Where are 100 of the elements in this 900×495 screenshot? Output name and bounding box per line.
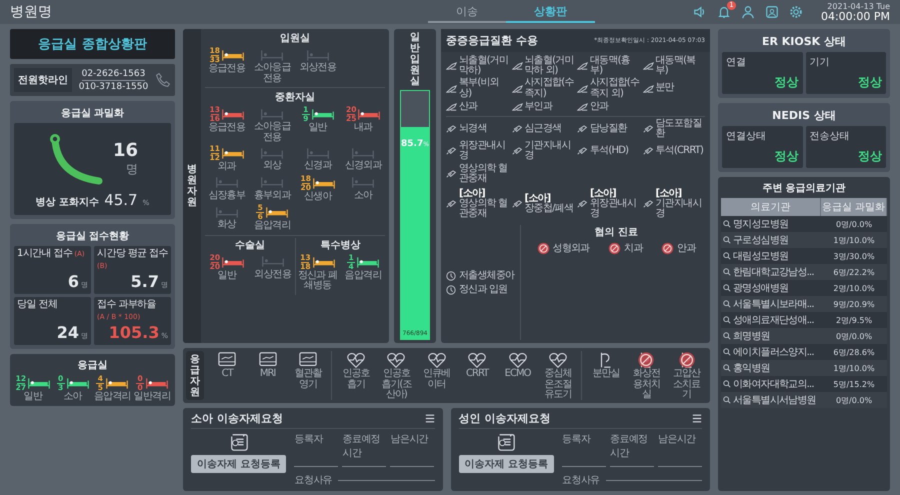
resource-label: 화상전용처치실 <box>632 369 661 400</box>
table-cell-text: 9명/20.9% <box>832 298 876 310</box>
bed-icon <box>261 48 284 62</box>
scalpel-icon <box>642 84 654 93</box>
field-label: 남은시간 <box>658 432 702 467</box>
syringe-icon <box>512 200 522 208</box>
table-cell-text: 0명/0.0% <box>834 218 874 230</box>
bed-label: 외상전용 <box>299 63 336 74</box>
panel-title: 중증응급질환 수용 <box>446 33 538 48</box>
scalpel-icon <box>577 62 588 70</box>
hospital-link[interactable]: 희명병원 <box>721 329 821 343</box>
search-icon <box>723 332 731 340</box>
bed-label: 신경외과 <box>344 161 382 172</box>
hospital-link[interactable]: 구로성심병원 <box>721 233 821 247</box>
search-icon <box>723 284 731 292</box>
occupancy-percent: 85.7 <box>401 138 424 149</box>
disease-label: [소아] 위장관내시경 <box>590 188 638 220</box>
bed-label: 외상전용 <box>254 270 292 280</box>
table-cell-text: 1명/10.0% <box>832 234 876 246</box>
time-text: 04:00:00 PM <box>820 10 890 22</box>
syringe-icon <box>642 200 654 208</box>
bed-label: 화상 <box>218 220 236 230</box>
disease-label: 안과 <box>590 102 608 112</box>
scalpel-icon <box>577 84 588 93</box>
bed-icon <box>352 146 374 160</box>
disease-label: 담낭질환 <box>590 124 627 134</box>
table-cell-text: 5명/15.2% <box>832 378 876 390</box>
bed-label: 정신과 폐쇄병동 <box>296 270 338 292</box>
panel-title: ER KIOSK 상태 <box>760 34 848 50</box>
search-icon <box>723 316 731 324</box>
table-cell-text: 3명/30.0% <box>832 250 876 262</box>
register-request-button[interactable]: 이송자제 요청등록 <box>458 455 554 473</box>
hospital-link[interactable]: 대림성모병원 <box>721 249 821 263</box>
prohibited-icon <box>536 242 550 256</box>
resource-label: 중심체온조절유도기 <box>544 369 572 400</box>
hospital-link[interactable]: 서울특별시보라매... <box>721 297 821 311</box>
syringe-icon <box>446 124 457 133</box>
disease-label: [소아] 기관지내시경 <box>656 188 703 220</box>
register-request-button[interactable]: 이송자제 요청등록 <box>191 455 286 473</box>
disease-label: 뇌출혈(거미막하) <box>459 56 508 76</box>
hospital-link[interactable]: 에이치플러스양지... <box>721 345 821 359</box>
status-value: 정상 <box>774 74 798 91</box>
bed-icon <box>262 255 284 268</box>
disease-label: 기관지내시경 <box>524 141 572 162</box>
user-icon[interactable] <box>740 5 755 19</box>
hospital-link[interactable]: 홍익병원 <box>721 361 821 375</box>
bed-label: 응급전용 <box>208 123 246 134</box>
disease-label: 영상의학 혈관중재 <box>459 164 508 184</box>
scalpel-icon <box>446 84 457 93</box>
resource-label: CT <box>222 369 233 380</box>
board-title: 응급실 종합상황판 <box>10 29 175 59</box>
scalpel-icon <box>577 102 588 111</box>
bed-label: 소아 <box>63 392 82 402</box>
clock-icon <box>446 270 456 281</box>
bed-label: 소아응급전용 <box>252 122 292 143</box>
panel-title: 응급실 접수현황 <box>54 230 130 244</box>
phone-icon[interactable] <box>155 72 171 88</box>
notification-bell-icon[interactable] <box>716 5 731 19</box>
field-label: 등록자 <box>562 432 606 467</box>
syringe-icon <box>446 200 457 208</box>
table-cell-text: 6명/28.6% <box>832 346 876 358</box>
syringe-icon <box>642 147 654 156</box>
field-label: 요청사유 <box>562 474 600 487</box>
status-value: 정상 <box>858 74 882 91</box>
status-label: 연결상태 <box>726 130 767 143</box>
hospital-link[interactable]: 서울특별시서남병원 <box>721 393 821 407</box>
search-icon <box>723 380 731 388</box>
stat-label: 1시간내 접수 <box>17 249 72 260</box>
stat-label: 시간당 평균 접수 <box>97 249 168 260</box>
hospital-link[interactable]: 광명성애병원 <box>721 281 821 295</box>
hospital-link[interactable]: 명지성모병원 <box>721 217 821 231</box>
bed-label: 신경과 <box>304 161 332 172</box>
field-label: 요청사유 <box>294 474 332 487</box>
hospital-link[interactable]: 이화여자대학교의... <box>721 377 821 391</box>
disease-label: 분만 <box>656 83 674 94</box>
search-icon <box>723 348 731 356</box>
bed-label: 심장흉부 <box>208 190 246 201</box>
bed-label: 음압격리 <box>94 392 131 402</box>
section-title: 입원실 <box>279 32 311 45</box>
hospital-link[interactable]: 성애의료재단성애... <box>721 313 821 327</box>
resource-label: MRI <box>260 369 276 380</box>
table-cell-text: 0명/0.0% <box>834 330 874 342</box>
settings-icon[interactable] <box>788 5 803 19</box>
index-value: 45.7 <box>104 191 138 209</box>
stat-value: 6 <box>68 272 79 291</box>
hospital-link[interactable]: 한림대학교강남성... <box>721 265 821 279</box>
bed-label: 흉부외과 <box>254 190 291 201</box>
bed-label: 외과 <box>218 162 236 172</box>
menu-icon[interactable] <box>424 414 434 423</box>
table-cell-text: 2명/10.0% <box>832 282 876 294</box>
phone-number: 010-3718-1550 <box>78 82 148 92</box>
panel-title: NEDIS 상태 <box>771 108 837 124</box>
scalpel-icon <box>512 62 522 70</box>
disease-label: 부인과 <box>524 102 552 112</box>
speaker-icon[interactable] <box>692 5 707 19</box>
bed-icon <box>216 206 238 218</box>
stat-label: 접수 과부하율 <box>97 300 156 310</box>
menu-icon[interactable] <box>692 414 702 423</box>
date-text: 2021-04-13 Tue <box>827 2 890 10</box>
nav-tab[interactable]: 상황판 <box>506 2 595 22</box>
